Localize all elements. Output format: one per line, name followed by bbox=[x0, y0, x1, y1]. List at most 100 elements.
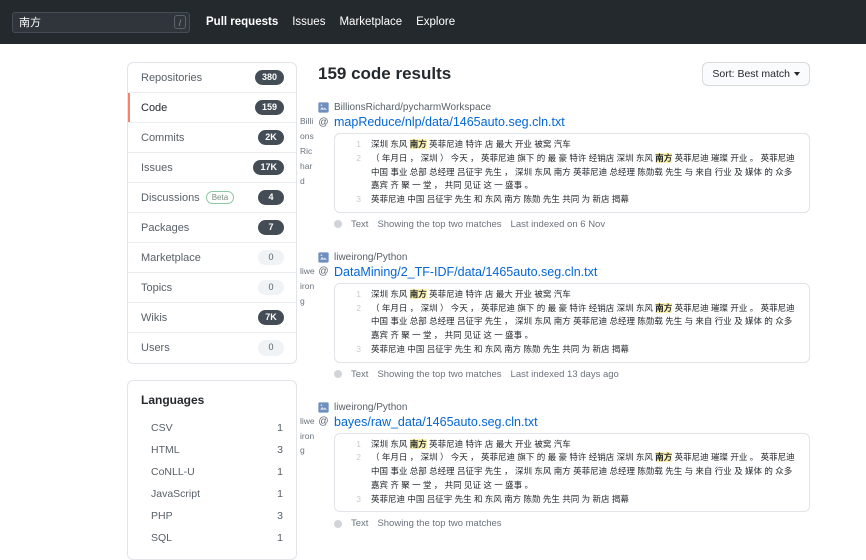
code-text-pre: 英菲尼迪 中国 吕征宇 先生 和 东风 南方 陈勋 先生 共同 为 新店 揭幕 bbox=[371, 493, 629, 504]
repository-name[interactable]: liweirong/Python bbox=[334, 252, 407, 263]
file-path-line: @ mapReduce/nlp/data/1465auto.seg.cln.txt bbox=[318, 115, 810, 129]
language-name: JavaScript bbox=[151, 488, 201, 500]
result-meta-line: Text Showing the top two matches Last inde… bbox=[334, 219, 810, 230]
overflow-repo-owner-text: liweirong bbox=[300, 265, 315, 306]
code-line: 3 英菲尼迪 中国 吕征宇 先生 和 东风 南方 陈勋 先生 共同 为 新店 揭幕 bbox=[335, 343, 809, 357]
sidebar-item-count: 2K bbox=[258, 129, 284, 146]
nav-issues[interactable]: Issues bbox=[292, 16, 325, 28]
language-filter-row[interactable]: JavaScript 1 bbox=[141, 483, 283, 505]
sidebar-item-discussions[interactable]: Discussions Beta 4 bbox=[128, 183, 296, 213]
sort-dropdown-button[interactable]: Sort: Best match bbox=[702, 62, 810, 86]
last-indexed-label: Last indexed on 6 Nov bbox=[510, 218, 606, 230]
sort-dropdown-label: Sort: Best match bbox=[712, 68, 790, 80]
highlighted-match: 南方 bbox=[655, 152, 673, 163]
language-count: 1 bbox=[277, 488, 283, 500]
nav-explore[interactable]: Explore bbox=[416, 16, 455, 28]
file-icon: @ bbox=[318, 416, 329, 428]
overflow-repo-owner-text: liweirong bbox=[300, 415, 315, 456]
sidebar-item-packages[interactable]: Packages 7 bbox=[128, 213, 296, 243]
sidebar-item-left: Code bbox=[141, 102, 167, 114]
nav-pull-requests[interactable]: Pull requests bbox=[206, 16, 278, 28]
code-line-text: 英菲尼迪 中国 吕征宇 先生 和 东风 南方 陈勋 先生 共同 为 新店 揭幕 bbox=[371, 493, 809, 507]
language-filter-row[interactable]: PHP 3 bbox=[141, 505, 283, 527]
sidebar-item-label: Wikis bbox=[141, 311, 168, 324]
file-path-line: @ bayes/raw_data/1465auto.seg.cln.txt bbox=[318, 415, 810, 429]
code-line: 1 深圳 东风 南方 英菲尼迪 特许 店 最大 开业 被窝 汽车 bbox=[335, 288, 809, 302]
sidebar: Repositories 380 Code 159 Commits 2K Issues 17K… bbox=[127, 62, 297, 560]
result-meta-line: Text Showing the top two matches Last inde… bbox=[334, 369, 810, 380]
code-snippet-box: 1 深圳 东风 南方 英菲尼迪 特许 店 最大 开业 被窝 汽车 2 （ 年月日 ， … bbox=[334, 133, 810, 213]
matches-summary: Showing the top two matches bbox=[377, 218, 502, 230]
language-count: 3 bbox=[277, 444, 283, 456]
repository-name[interactable]: BillionsRichard/pycharmWorkspace bbox=[334, 102, 491, 113]
code-line-number: 3 bbox=[356, 343, 361, 354]
file-icon: @ bbox=[318, 116, 329, 128]
file-icon: @ bbox=[318, 266, 329, 278]
sidebar-item-left: Topics bbox=[141, 282, 172, 294]
code-line-number: 3 bbox=[356, 194, 361, 205]
highlighted-match: 南方 bbox=[655, 302, 673, 313]
highlighted-match: 南方 bbox=[409, 438, 427, 449]
code-text-pre: 英菲尼迪 中国 吕征宇 先生 和 东风 南方 陈勋 先生 共同 为 新店 揭幕 bbox=[371, 194, 629, 205]
code-line: 1 深圳 东风 南方 英菲尼迪 特许 店 最大 开业 被窝 汽车 bbox=[335, 138, 809, 152]
search-input[interactable] bbox=[12, 11, 190, 33]
language-count: 3 bbox=[277, 510, 283, 522]
code-result-item: BillionsRichard BillionsRichard/pycharmWo… bbox=[300, 102, 810, 230]
file-path-link[interactable]: bayes/raw_data/1465auto.seg.cln.txt bbox=[334, 415, 538, 429]
language-filter-row[interactable]: SQL 1 bbox=[141, 527, 283, 549]
file-path-link[interactable]: mapReduce/nlp/data/1465auto.seg.cln.txt bbox=[334, 115, 565, 129]
sidebar-item-code[interactable]: Code 159 bbox=[128, 93, 296, 123]
code-text-post: 英菲尼迪 特许 店 最大 开业 被窝 汽车 bbox=[426, 288, 571, 299]
language-color-dot-icon bbox=[334, 519, 342, 528]
code-line-number: 2 bbox=[356, 302, 361, 313]
code-line-number: 1 bbox=[356, 139, 361, 149]
code-text-pre: （ 年月日 ， 深圳 ） 今天 ， 英菲尼迪 旗下 的 最 豪 特许 经销店 深… bbox=[371, 152, 656, 163]
sidebar-item-issues[interactable]: Issues 17K bbox=[128, 153, 296, 183]
repository-name[interactable]: liweirong/Python bbox=[334, 402, 407, 413]
sidebar-item-topics[interactable]: Topics 0 bbox=[128, 273, 296, 303]
language-name: CSV bbox=[151, 422, 173, 434]
sidebar-item-commits[interactable]: Commits 2K bbox=[128, 123, 296, 153]
code-line: 3 英菲尼迪 中国 吕征宇 先生 和 东风 南方 陈勋 先生 共同 为 新店 揭幕 bbox=[335, 193, 809, 207]
result-meta-line: Text Showing the top two matches bbox=[334, 518, 810, 529]
code-line-text: （ 年月日 ， 深圳 ） 今天 ， 英菲尼迪 旗下 的 最 豪 特许 经销店 深… bbox=[371, 302, 809, 343]
search-type-filter-card: Repositories 380 Code 159 Commits 2K Issues 17K… bbox=[127, 62, 297, 364]
language-filter-row[interactable]: CoNLL-U 1 bbox=[141, 461, 283, 483]
code-line-text: 英菲尼迪 中国 吕征宇 先生 和 东风 南方 陈勋 先生 共同 为 新店 揭幕 bbox=[371, 343, 809, 357]
language-name: CoNLL-U bbox=[151, 466, 195, 478]
sidebar-item-count: 0 bbox=[258, 340, 284, 356]
repository-line[interactable]: BillionsRichard/pycharmWorkspace bbox=[318, 102, 810, 113]
sidebar-item-label: Discussions bbox=[141, 191, 200, 204]
chevron-down-icon bbox=[794, 72, 800, 76]
sidebar-item-left: Discussions Beta bbox=[141, 190, 235, 205]
results-count-title: 159 code results bbox=[318, 64, 452, 83]
sidebar-item-count: 7K bbox=[258, 309, 284, 326]
sidebar-item-label: Commits bbox=[141, 131, 185, 144]
language-color-dot-icon bbox=[334, 370, 342, 379]
sidebar-item-repositories[interactable]: Repositories 380 bbox=[128, 63, 296, 93]
language-count: 1 bbox=[277, 532, 283, 544]
sidebar-item-wikis[interactable]: Wikis 7K bbox=[128, 303, 296, 333]
search-box[interactable]: / bbox=[12, 11, 190, 33]
sidebar-item-label: Users bbox=[141, 342, 170, 354]
repository-avatar-icon bbox=[318, 102, 329, 113]
sidebar-item-label: Code bbox=[141, 101, 168, 114]
highlighted-match: 南方 bbox=[409, 288, 427, 299]
code-snippet-box: 1 深圳 东风 南方 英菲尼迪 特许 店 最大 开业 被窝 汽车 2 （ 年月日 ， … bbox=[334, 282, 810, 363]
sidebar-item-left: Marketplace bbox=[141, 252, 201, 264]
language-filter-row[interactable]: CSV 1 bbox=[141, 417, 283, 439]
nav-marketplace[interactable]: Marketplace bbox=[339, 16, 402, 28]
file-path-link[interactable]: DataMining/2_TF-IDF/data/1465auto.seg.cl… bbox=[334, 265, 597, 279]
sidebar-item-count: 0 bbox=[258, 279, 284, 296]
sidebar-item-left: Packages bbox=[141, 222, 189, 234]
sidebar-item-marketplace[interactable]: Marketplace 0 bbox=[128, 243, 296, 273]
repository-line[interactable]: liweirong/Python bbox=[318, 402, 810, 413]
code-line-number: 1 bbox=[356, 438, 361, 449]
language-filter-row[interactable]: HTML 3 bbox=[141, 439, 283, 461]
repository-line[interactable]: liweirong/Python bbox=[318, 252, 810, 263]
sidebar-item-users[interactable]: Users 0 bbox=[128, 333, 296, 363]
code-line-number: 2 bbox=[356, 452, 361, 463]
top-nav-links: Pull requests Issues Marketplace Explore bbox=[206, 16, 455, 28]
code-result-item: liweirong liweirong/Python @ DataMining/2_T… bbox=[300, 252, 810, 380]
code-line: 3 英菲尼迪 中国 吕征宇 先生 和 东风 南方 陈勋 先生 共同 为 新店 揭幕 bbox=[335, 493, 809, 507]
